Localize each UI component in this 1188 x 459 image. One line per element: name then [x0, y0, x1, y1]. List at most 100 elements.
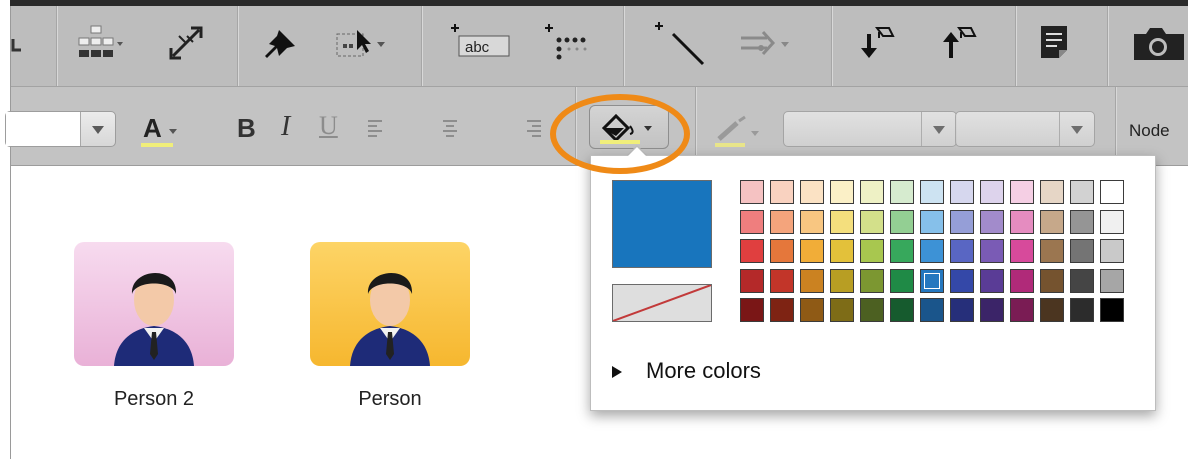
color-swatch[interactable]	[1010, 298, 1034, 322]
color-swatch[interactable]	[860, 180, 884, 204]
color-swatch[interactable]	[830, 268, 854, 293]
color-swatch[interactable]	[890, 180, 914, 204]
color-swatch[interactable]	[920, 239, 944, 263]
color-swatch[interactable]	[740, 268, 764, 293]
color-swatch[interactable]	[950, 209, 974, 234]
color-swatch[interactable]	[980, 239, 1004, 263]
line-width-combo[interactable]	[783, 111, 957, 147]
color-swatch[interactable]	[830, 180, 854, 204]
person-2-node[interactable]	[74, 242, 234, 366]
person-node[interactable]	[310, 242, 470, 366]
color-swatch[interactable]	[1070, 298, 1094, 322]
color-swatch[interactable]	[1100, 209, 1124, 234]
color-swatch[interactable]	[740, 298, 764, 322]
color-swatch[interactable]	[950, 298, 974, 322]
color-swatch[interactable]	[980, 180, 1004, 204]
camera-icon[interactable]	[1128, 26, 1188, 62]
color-swatch[interactable]	[830, 209, 854, 234]
color-swatch[interactable]	[830, 239, 854, 263]
color-swatch[interactable]	[890, 298, 914, 322]
font-size-field[interactable]	[6, 112, 80, 146]
color-swatch[interactable]	[1040, 239, 1064, 263]
color-swatch[interactable]	[1040, 268, 1064, 293]
align-center-icon[interactable]	[441, 119, 461, 137]
color-swatch[interactable]	[860, 209, 884, 234]
align-right-icon[interactable]	[525, 119, 545, 137]
color-swatch[interactable]	[740, 180, 764, 204]
add-link-icon[interactable]	[651, 20, 711, 70]
color-swatch[interactable]	[1100, 180, 1124, 204]
color-swatch[interactable]	[1010, 180, 1034, 204]
color-swatch[interactable]	[800, 268, 824, 293]
color-swatch[interactable]	[770, 298, 794, 322]
color-swatch[interactable]	[1100, 298, 1124, 322]
color-swatch[interactable]	[1070, 209, 1094, 234]
color-swatch[interactable]	[1040, 209, 1064, 234]
color-swatch[interactable]	[950, 239, 974, 263]
color-swatch[interactable]	[980, 268, 1004, 293]
color-swatch[interactable]	[860, 268, 884, 293]
color-swatch[interactable]	[770, 209, 794, 234]
color-swatch[interactable]	[1040, 298, 1064, 322]
select-area-icon[interactable]	[333, 24, 393, 64]
color-swatch[interactable]	[800, 298, 824, 322]
color-swatch[interactable]	[980, 209, 1004, 234]
color-swatch[interactable]	[770, 180, 794, 204]
pin-icon[interactable]	[261, 24, 301, 64]
color-swatch[interactable]	[1010, 209, 1034, 234]
color-swatch[interactable]	[800, 239, 824, 263]
color-swatch[interactable]	[1010, 239, 1034, 263]
color-swatch[interactable]	[920, 268, 944, 293]
color-swatch[interactable]	[920, 180, 944, 204]
notes-icon[interactable]	[1037, 24, 1073, 64]
color-swatch[interactable]	[770, 268, 794, 293]
line-width-dropdown-arrow[interactable]	[921, 112, 956, 146]
color-swatch[interactable]	[950, 268, 974, 293]
color-swatch[interactable]	[830, 298, 854, 322]
color-swatch[interactable]	[1070, 239, 1094, 263]
bold-button[interactable]: B	[237, 113, 256, 144]
italic-button[interactable]: I	[281, 111, 290, 143]
color-swatch[interactable]	[1070, 268, 1094, 293]
toolbar-separator	[1015, 6, 1016, 86]
add-text-icon[interactable]: abc	[445, 22, 515, 62]
underline-button[interactable]: U	[319, 111, 338, 141]
color-swatch[interactable]	[980, 298, 1004, 322]
color-swatch[interactable]	[1070, 180, 1094, 204]
font-size-combo[interactable]	[5, 111, 116, 147]
font-size-dropdown-arrow[interactable]	[80, 112, 115, 146]
color-swatch[interactable]	[920, 298, 944, 322]
arrow-style-icon[interactable]	[737, 28, 797, 62]
color-swatch[interactable]	[860, 239, 884, 263]
layout-icon[interactable]	[11, 36, 25, 56]
toolbar-separator	[623, 6, 624, 86]
color-swatch[interactable]	[1040, 180, 1064, 204]
more-colors-link[interactable]: More colors	[612, 358, 761, 384]
add-node-icon[interactable]	[539, 22, 609, 62]
color-swatch[interactable]	[800, 209, 824, 234]
color-swatch[interactable]	[1100, 239, 1124, 263]
color-swatch[interactable]	[1010, 268, 1034, 293]
color-swatch[interactable]	[1100, 268, 1124, 293]
color-swatch[interactable]	[950, 180, 974, 204]
current-color-swatch[interactable]	[612, 180, 712, 268]
line-color-button[interactable]	[713, 113, 763, 149]
move-down-icon[interactable]	[855, 22, 901, 62]
color-swatch[interactable]	[890, 239, 914, 263]
color-swatch[interactable]	[860, 298, 884, 322]
color-swatch[interactable]	[890, 209, 914, 234]
color-swatch[interactable]	[770, 239, 794, 263]
color-swatch[interactable]	[890, 268, 914, 293]
expand-icon[interactable]	[167, 24, 207, 64]
font-color-button[interactable]: A	[139, 113, 187, 149]
color-swatch[interactable]	[740, 209, 764, 234]
line-style-dropdown-arrow[interactable]	[1059, 112, 1094, 146]
hierarchy-layout-icon[interactable]	[77, 24, 127, 64]
move-up-icon[interactable]	[937, 22, 983, 62]
color-swatch[interactable]	[800, 180, 824, 204]
color-swatch[interactable]	[920, 209, 944, 234]
align-left-icon[interactable]	[367, 119, 387, 137]
line-style-combo[interactable]	[955, 111, 1095, 147]
no-color-swatch[interactable]	[612, 284, 712, 322]
color-swatch[interactable]	[740, 239, 764, 263]
